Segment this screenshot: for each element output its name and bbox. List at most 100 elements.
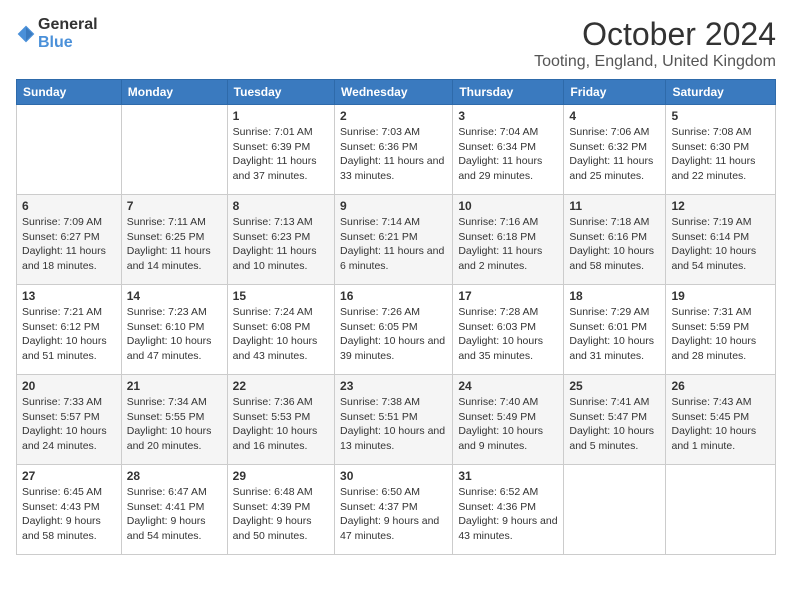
day-info: Sunrise: 7:24 AM Sunset: 6:08 PM Dayligh…	[233, 305, 329, 364]
day-info: Sunrise: 7:04 AM Sunset: 6:34 PM Dayligh…	[458, 125, 558, 184]
calendar-cell: 3Sunrise: 7:04 AM Sunset: 6:34 PM Daylig…	[453, 105, 564, 195]
calendar-cell: 2 Sunrise: 7:03 AM Sunset: 6:36 PM Daylig…	[335, 105, 453, 195]
day-info: Sunrise: 7:29 AM Sunset: 6:01 PM Dayligh…	[569, 305, 660, 364]
main-title: October 2024	[534, 16, 776, 53]
day-number: 4	[569, 109, 660, 123]
day-number: 7	[127, 199, 222, 213]
day-number: 14	[127, 289, 222, 303]
day-of-week-header: Wednesday	[335, 80, 453, 105]
day-info: Sunrise: 7:43 AM Sunset: 5:45 PM Dayligh…	[671, 395, 770, 454]
day-info: Sunrise: 7:40 AM Sunset: 5:49 PM Dayligh…	[458, 395, 558, 454]
calendar-cell: 27 Sunrise: 6:45 AM Sunset: 4:43 PM Dayli…	[17, 465, 122, 555]
calendar-week-row: 27 Sunrise: 6:45 AM Sunset: 4:43 PM Dayli…	[17, 465, 776, 555]
calendar-cell: 12 Sunrise: 7:19 AM Sunset: 6:14 PM Dayli…	[666, 195, 776, 285]
day-number: 19	[671, 289, 770, 303]
day-number: 8	[233, 199, 329, 213]
day-info: Sunrise: 7:14 AM Sunset: 6:21 PM Dayligh…	[340, 215, 447, 274]
calendar-cell: 18 Sunrise: 7:29 AM Sunset: 6:01 PM Dayli…	[564, 285, 666, 375]
calendar-cell: 1Sunrise: 7:01 AM Sunset: 6:39 PM Daylig…	[227, 105, 334, 195]
day-info: Sunrise: 6:48 AM Sunset: 4:39 PM Dayligh…	[233, 485, 329, 544]
day-info: Sunrise: 6:50 AM Sunset: 4:37 PM Dayligh…	[340, 485, 447, 544]
day-info: Sunrise: 7:09 AM Sunset: 6:27 PM Dayligh…	[22, 215, 116, 274]
day-info: Sunrise: 7:31 AM Sunset: 5:59 PM Dayligh…	[671, 305, 770, 364]
day-number: 31	[458, 469, 558, 483]
day-info: Sunrise: 7:28 AM Sunset: 6:03 PM Dayligh…	[458, 305, 558, 364]
day-number: 27	[22, 469, 116, 483]
day-info: Sunrise: 7:33 AM Sunset: 5:57 PM Dayligh…	[22, 395, 116, 454]
title-block: October 2024 Tooting, England, United Ki…	[534, 16, 776, 71]
logo-icon	[16, 24, 36, 44]
day-info: Sunrise: 7:11 AM Sunset: 6:25 PM Dayligh…	[127, 215, 222, 274]
calendar-cell: 9 Sunrise: 7:14 AM Sunset: 6:21 PM Daylig…	[335, 195, 453, 285]
day-info: Sunrise: 6:52 AM Sunset: 4:36 PM Dayligh…	[458, 485, 558, 544]
day-number: 12	[671, 199, 770, 213]
day-number: 22	[233, 379, 329, 393]
calendar-cell: 30 Sunrise: 6:50 AM Sunset: 4:37 PM Dayli…	[335, 465, 453, 555]
subtitle: Tooting, England, United Kingdom	[534, 53, 776, 71]
calendar-cell: 28Sunrise: 6:47 AM Sunset: 4:41 PM Dayli…	[121, 465, 227, 555]
day-info: Sunrise: 7:21 AM Sunset: 6:12 PM Dayligh…	[22, 305, 116, 364]
day-number: 30	[340, 469, 447, 483]
day-info: Sunrise: 7:18 AM Sunset: 6:16 PM Dayligh…	[569, 215, 660, 274]
calendar-cell: 24 Sunrise: 7:40 AM Sunset: 5:49 PM Dayli…	[453, 375, 564, 465]
day-number: 21	[127, 379, 222, 393]
calendar-cell: 31 Sunrise: 6:52 AM Sunset: 4:36 PM Dayli…	[453, 465, 564, 555]
day-number: 28	[127, 469, 222, 483]
day-of-week-header: Sunday	[17, 80, 122, 105]
day-number: 1	[233, 109, 329, 123]
logo-blue: Blue	[38, 34, 98, 52]
day-number: 16	[340, 289, 447, 303]
day-number: 11	[569, 199, 660, 213]
calendar-cell: 19 Sunrise: 7:31 AM Sunset: 5:59 PM Dayli…	[666, 285, 776, 375]
calendar-cell: 4 Sunrise: 7:06 AM Sunset: 6:32 PM Daylig…	[564, 105, 666, 195]
calendar-week-row: 6 Sunrise: 7:09 AM Sunset: 6:27 PM Daylig…	[17, 195, 776, 285]
page-header: General Blue October 2024 Tooting, Engla…	[16, 16, 776, 71]
day-info: Sunrise: 7:26 AM Sunset: 6:05 PM Dayligh…	[340, 305, 447, 364]
day-number: 23	[340, 379, 447, 393]
day-number: 24	[458, 379, 558, 393]
calendar-cell: 5Sunrise: 7:08 AM Sunset: 6:30 PM Daylig…	[666, 105, 776, 195]
calendar-cell: 11 Sunrise: 7:18 AM Sunset: 6:16 PM Dayli…	[564, 195, 666, 285]
calendar-cell: 17 Sunrise: 7:28 AM Sunset: 6:03 PM Dayli…	[453, 285, 564, 375]
day-info: Sunrise: 7:23 AM Sunset: 6:10 PM Dayligh…	[127, 305, 222, 364]
logo: General Blue	[16, 16, 98, 51]
calendar-cell: 14 Sunrise: 7:23 AM Sunset: 6:10 PM Dayli…	[121, 285, 227, 375]
calendar-cell: 21Sunrise: 7:34 AM Sunset: 5:55 PM Dayli…	[121, 375, 227, 465]
calendar-cell: 25 Sunrise: 7:41 AM Sunset: 5:47 PM Dayli…	[564, 375, 666, 465]
day-number: 2	[340, 109, 447, 123]
calendar-cell: 26Sunrise: 7:43 AM Sunset: 5:45 PM Dayli…	[666, 375, 776, 465]
day-number: 18	[569, 289, 660, 303]
calendar-cell: 8Sunrise: 7:13 AM Sunset: 6:23 PM Daylig…	[227, 195, 334, 285]
calendar-cell: 15Sunrise: 7:24 AM Sunset: 6:08 PM Dayli…	[227, 285, 334, 375]
day-info: Sunrise: 7:03 AM Sunset: 6:36 PM Dayligh…	[340, 125, 447, 184]
calendar-cell: 16 Sunrise: 7:26 AM Sunset: 6:05 PM Dayli…	[335, 285, 453, 375]
day-of-week-header: Saturday	[666, 80, 776, 105]
day-number: 9	[340, 199, 447, 213]
day-of-week-header: Friday	[564, 80, 666, 105]
day-number: 17	[458, 289, 558, 303]
calendar-header: SundayMondayTuesdayWednesdayThursdayFrid…	[17, 80, 776, 105]
calendar-week-row: 1Sunrise: 7:01 AM Sunset: 6:39 PM Daylig…	[17, 105, 776, 195]
day-of-week-header: Tuesday	[227, 80, 334, 105]
day-number: 13	[22, 289, 116, 303]
calendar-table: SundayMondayTuesdayWednesdayThursdayFrid…	[16, 79, 776, 555]
day-info: Sunrise: 7:06 AM Sunset: 6:32 PM Dayligh…	[569, 125, 660, 184]
day-number: 10	[458, 199, 558, 213]
calendar-cell: 29Sunrise: 6:48 AM Sunset: 4:39 PM Dayli…	[227, 465, 334, 555]
calendar-week-row: 20 Sunrise: 7:33 AM Sunset: 5:57 PM Dayli…	[17, 375, 776, 465]
day-info: Sunrise: 6:45 AM Sunset: 4:43 PM Dayligh…	[22, 485, 116, 544]
day-number: 20	[22, 379, 116, 393]
day-info: Sunrise: 7:19 AM Sunset: 6:14 PM Dayligh…	[671, 215, 770, 274]
calendar-cell: 6 Sunrise: 7:09 AM Sunset: 6:27 PM Daylig…	[17, 195, 122, 285]
logo-general: General	[38, 16, 98, 34]
day-info: Sunrise: 7:41 AM Sunset: 5:47 PM Dayligh…	[569, 395, 660, 454]
day-of-week-header: Monday	[121, 80, 227, 105]
calendar-cell	[666, 465, 776, 555]
calendar-cell	[564, 465, 666, 555]
day-number: 6	[22, 199, 116, 213]
calendar-cell: 22Sunrise: 7:36 AM Sunset: 5:53 PM Dayli…	[227, 375, 334, 465]
day-number: 25	[569, 379, 660, 393]
day-info: Sunrise: 7:08 AM Sunset: 6:30 PM Dayligh…	[671, 125, 770, 184]
calendar-cell	[121, 105, 227, 195]
calendar-week-row: 13 Sunrise: 7:21 AM Sunset: 6:12 PM Dayli…	[17, 285, 776, 375]
